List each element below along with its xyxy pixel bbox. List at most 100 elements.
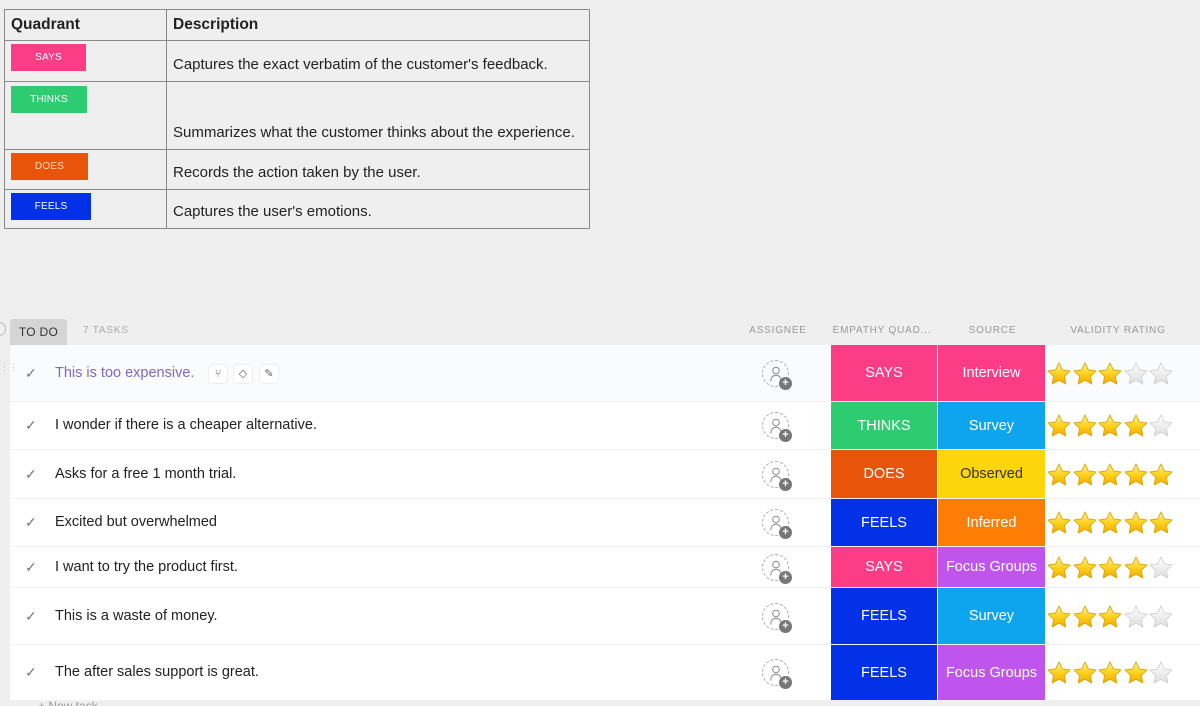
empathy-quadrant-cell[interactable]: FEELS (831, 499, 937, 546)
validity-rating[interactable] (1046, 604, 1174, 630)
source-cell[interactable]: Focus Groups (938, 547, 1045, 587)
star-filled-icon[interactable] (1123, 660, 1149, 686)
task-name[interactable]: Asks for a free 1 month trial. (55, 466, 236, 482)
check-icon[interactable]: ✓ (25, 417, 37, 434)
assignee-add-button[interactable]: + (762, 359, 792, 390)
drag-handle-icon[interactable]: ⋮⋮ (0, 363, 18, 379)
validity-rating[interactable] (1046, 555, 1174, 581)
star-filled-icon[interactable] (1072, 462, 1098, 488)
empathy-quadrant-cell[interactable]: THINKS (831, 402, 937, 449)
star-empty-icon[interactable] (1123, 361, 1149, 387)
assignee-add-button[interactable]: + (762, 412, 792, 442)
task-row[interactable]: ✓ Excited but overwhelmed + FEELS Inferred (10, 499, 1200, 547)
task-name[interactable]: I wonder if there is a cheaper alternati… (55, 417, 317, 433)
task-name[interactable]: This is too expensive. (55, 365, 194, 381)
empathy-quadrant-cell[interactable]: FEELS (831, 645, 937, 700)
check-icon[interactable]: ✓ (25, 608, 37, 625)
task-row[interactable]: ✓ I wonder if there is a cheaper alternat… (10, 402, 1200, 450)
star-filled-icon[interactable] (1123, 510, 1149, 536)
task-row[interactable]: ⋮⋮ ✓ This is too expensive. ⑂ ◇ ✎ + SAYS Interv… (0, 345, 1200, 402)
task-list: ⋮⋮ ✓ This is too expensive. ⑂ ◇ ✎ + SAYS Interv… (0, 345, 1200, 701)
edit-icon[interactable]: ✎ (259, 363, 279, 384)
star-filled-icon[interactable] (1097, 660, 1123, 686)
check-icon[interactable]: ✓ (25, 559, 37, 576)
source-cell[interactable]: Survey (938, 402, 1045, 449)
check-icon[interactable]: ✓ (25, 664, 37, 681)
source-cell[interactable]: Inferred (938, 499, 1045, 546)
check-icon[interactable]: ✓ (25, 365, 37, 382)
star-empty-icon[interactable] (1148, 555, 1174, 581)
check-icon[interactable]: ✓ (25, 466, 37, 483)
task-row[interactable]: ✓ Asks for a free 1 month trial. + DOES Obs… (10, 450, 1200, 499)
star-empty-icon[interactable] (1148, 413, 1174, 439)
star-filled-icon[interactable] (1148, 462, 1174, 488)
collapse-toggle[interactable] (0, 322, 6, 336)
star-filled-icon[interactable] (1097, 604, 1123, 630)
star-filled-icon[interactable] (1072, 660, 1098, 686)
star-filled-icon[interactable] (1072, 604, 1098, 630)
star-empty-icon[interactable] (1123, 604, 1149, 630)
task-name[interactable]: I want to try the product first. (55, 559, 238, 575)
star-filled-icon[interactable] (1097, 361, 1123, 387)
star-filled-icon[interactable] (1046, 510, 1072, 536)
assignee-add-button[interactable]: + (762, 602, 792, 633)
legend-description: Captures the exact verbatim of the custo… (173, 56, 548, 73)
star-empty-icon[interactable] (1148, 660, 1174, 686)
assignee-add-button[interactable]: + (762, 509, 792, 539)
empathy-quadrant-cell[interactable]: SAYS (831, 547, 937, 587)
star-empty-icon[interactable] (1148, 604, 1174, 630)
assignee-add-button[interactable]: + (762, 659, 792, 689)
plus-icon: + (779, 429, 792, 442)
validity-rating[interactable] (1046, 462, 1174, 488)
check-icon[interactable]: ✓ (25, 514, 37, 531)
assignee-add-button[interactable]: + (762, 553, 792, 584)
star-filled-icon[interactable] (1123, 462, 1149, 488)
star-filled-icon[interactable] (1046, 604, 1072, 630)
star-filled-icon[interactable] (1046, 462, 1072, 488)
star-filled-icon[interactable] (1046, 361, 1072, 387)
star-filled-icon[interactable] (1072, 413, 1098, 439)
star-filled-icon[interactable] (1097, 462, 1123, 488)
star-filled-icon[interactable] (1046, 413, 1072, 439)
star-filled-icon[interactable] (1123, 555, 1149, 581)
task-name[interactable]: This is a waste of money. (55, 608, 218, 624)
assignee-add-button[interactable]: + (762, 460, 792, 491)
validity-rating[interactable] (1046, 510, 1174, 536)
task-name[interactable]: The after sales support is great. (55, 664, 259, 680)
task-row[interactable]: ✓ The after sales support is great. + FEEL… (10, 645, 1200, 701)
column-header-assignee[interactable]: ASSIGNEE (745, 325, 811, 336)
tag-icon[interactable]: ◇ (233, 363, 253, 384)
star-filled-icon[interactable] (1097, 510, 1123, 536)
empathy-quadrant-cell[interactable]: SAYS (831, 345, 937, 401)
column-header-source[interactable]: SOURCE (945, 325, 1040, 336)
star-filled-icon[interactable] (1123, 413, 1149, 439)
task-name[interactable]: Excited but overwhelmed (55, 514, 217, 530)
star-filled-icon[interactable] (1072, 555, 1098, 581)
source-cell[interactable]: Interview (938, 345, 1045, 401)
source-cell[interactable]: Focus Groups (938, 645, 1045, 700)
validity-rating[interactable] (1046, 413, 1174, 439)
column-header-validity-rating[interactable]: VALIDITY RATING (1050, 325, 1186, 336)
empathy-quadrant-cell[interactable]: DOES (831, 450, 937, 498)
star-filled-icon[interactable] (1097, 413, 1123, 439)
star-filled-icon[interactable] (1148, 510, 1174, 536)
new-task-button[interactable]: + New task (38, 699, 98, 706)
validity-rating[interactable] (1046, 660, 1174, 686)
star-filled-icon[interactable] (1072, 361, 1098, 387)
star-empty-icon[interactable] (1148, 361, 1174, 387)
source-cell[interactable]: Survey (938, 588, 1045, 644)
star-filled-icon[interactable] (1097, 555, 1123, 581)
empathy-quadrant-cell[interactable]: FEELS (831, 588, 937, 644)
column-header-empathy-quadrant[interactable]: EMPATHY QUAD... (826, 325, 938, 336)
status-tab-todo[interactable]: TO DO (10, 319, 67, 345)
legend-table: Quadrant Description SAYS Captures the e… (4, 9, 590, 229)
validity-rating[interactable] (1046, 361, 1174, 387)
task-row[interactable]: ✓ This is a waste of money. + FEELS Survey (10, 588, 1200, 645)
subtask-icon[interactable]: ⑂ (208, 363, 228, 384)
source-cell[interactable]: Observed (938, 450, 1045, 498)
legend-row: FEELS Captures the user's emotions. (4, 189, 590, 229)
task-row[interactable]: ✓ I want to try the product first. + SAYS F… (10, 547, 1200, 588)
star-filled-icon[interactable] (1072, 510, 1098, 536)
star-filled-icon[interactable] (1046, 555, 1072, 581)
star-filled-icon[interactable] (1046, 660, 1072, 686)
